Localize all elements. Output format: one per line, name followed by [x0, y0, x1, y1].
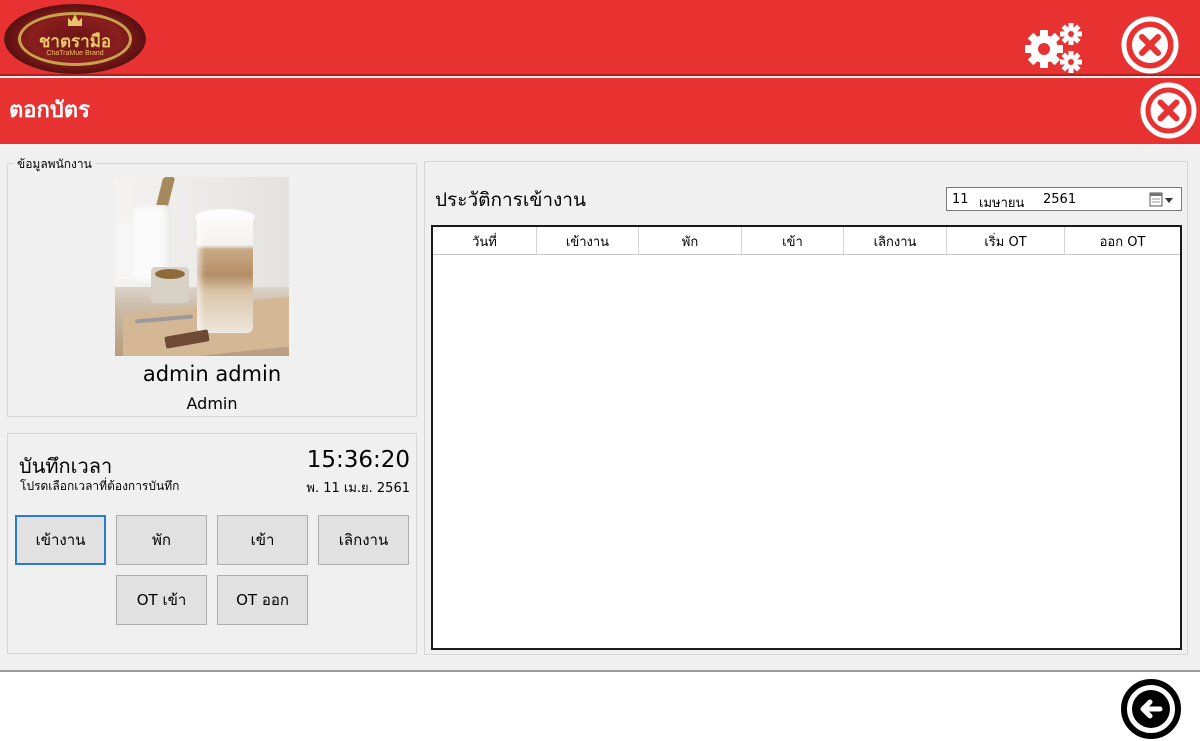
app-close-button[interactable]	[1121, 16, 1179, 74]
column-header-date[interactable]: วันที่	[433, 227, 537, 255]
app-header: ชาตรามือ ChaTraMue Brand	[0, 0, 1200, 76]
employee-role: Admin	[186, 394, 238, 413]
window-title-bar: ตอกบัตร	[0, 78, 1200, 144]
column-header-check-out[interactable]: เลิกงาน	[844, 227, 947, 255]
check-out-button[interactable]: เลิกงาน	[318, 515, 409, 565]
employee-name: admin admin	[142, 362, 282, 386]
window-close-button[interactable]	[1140, 82, 1197, 139]
back-arrow-icon	[1121, 679, 1181, 739]
date-month: เมษายน	[979, 196, 1025, 211]
return-button[interactable]: เข้า	[217, 515, 308, 565]
current-time: 15:36:20	[306, 447, 410, 473]
employee-info-legend: ข้อมูลพนักงาน	[14, 155, 95, 174]
check-in-button[interactable]: เข้างาน	[15, 515, 106, 565]
date-day: 11	[952, 192, 969, 207]
attendance-history-table[interactable]: วันที่ เข้างาน พัก เข้า เลิกงาน เริ่ม OT…	[431, 225, 1182, 650]
logo-subtext: ChaTraMue Brand	[46, 50, 104, 57]
history-date-picker[interactable]: 11 เมษายน 2561	[946, 187, 1182, 211]
employee-photo	[115, 177, 289, 356]
column-header-ot-start[interactable]: เริ่ม OT	[947, 227, 1065, 255]
ot-in-button[interactable]: OT เข้า	[116, 575, 207, 625]
time-record-subtitle: โปรดเลือกเวลาที่ต้องการบันทึก	[20, 479, 180, 493]
current-date: พ. 11 เม.ย. 2561	[306, 481, 410, 496]
brand-logo: ชาตรามือ ChaTraMue Brand	[4, 4, 146, 74]
settings-button[interactable]	[1024, 20, 1084, 74]
calendar-dropdown-icon[interactable]	[1149, 192, 1175, 208]
history-title: ประวัติการเข้างาน	[435, 189, 586, 211]
ot-out-button[interactable]: OT ออก	[217, 575, 308, 625]
column-header-return[interactable]: เข้า	[742, 227, 844, 255]
column-header-check-in[interactable]: เข้างาน	[537, 227, 639, 255]
date-year: 2561	[1043, 192, 1077, 207]
column-header-ot-end[interactable]: ออก OT	[1065, 227, 1180, 255]
footer-bar	[0, 670, 1200, 741]
window-title: ตอกบัตร	[9, 98, 90, 123]
break-button[interactable]: พัก	[116, 515, 207, 565]
close-icon	[1121, 16, 1179, 74]
table-header: วันที่ เข้างาน พัก เข้า เลิกงาน เริ่ม OT…	[433, 227, 1180, 255]
close-icon	[1140, 82, 1197, 139]
back-button[interactable]	[1120, 678, 1182, 740]
gear-icon	[1025, 23, 1082, 73]
column-header-break[interactable]: พัก	[639, 227, 742, 255]
